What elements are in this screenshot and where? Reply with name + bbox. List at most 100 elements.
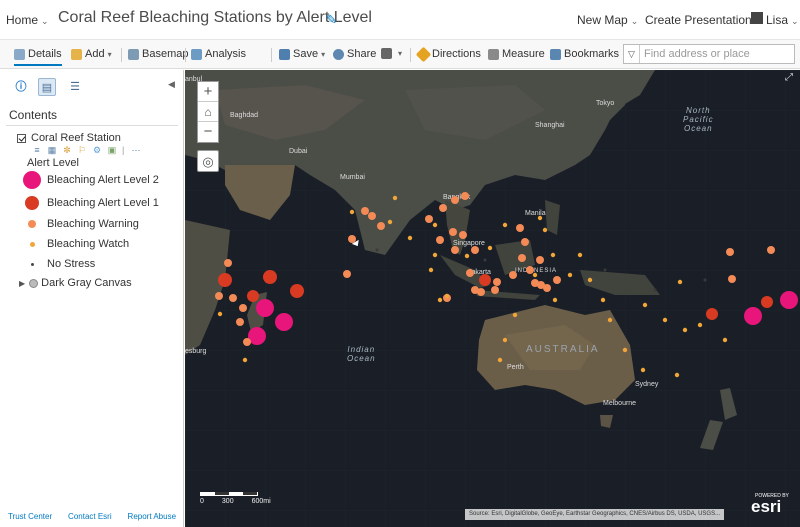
measure-button[interactable]: Measure xyxy=(488,48,545,60)
map-attribution[interactable]: Source: Esri, DigitalGlobe, GeoEye, Eart… xyxy=(465,509,725,520)
collapse-panel-icon[interactable]: ◀ xyxy=(168,79,175,90)
create-presentation-link[interactable]: Create Presentation xyxy=(645,13,752,27)
legend-item-alert-2: Bleaching Alert Level 2 xyxy=(23,171,159,189)
popup-config-icon[interactable]: ▣ xyxy=(107,145,117,155)
bookmarks-label: Bookmarks xyxy=(564,48,620,60)
legend-list-icon[interactable]: ≡ xyxy=(32,145,42,155)
bookmarks-button[interactable]: Bookmarks xyxy=(550,48,619,60)
station-alert-2[interactable] xyxy=(780,291,798,309)
legend-label: Bleaching Watch xyxy=(47,238,130,250)
filter-icon[interactable]: ⚐ xyxy=(77,145,87,155)
station-alert-2[interactable] xyxy=(256,299,274,317)
caret-down-icon: ▾ xyxy=(398,49,403,58)
layer-visibility-checkbox[interactable] xyxy=(17,133,26,143)
separator: | xyxy=(122,145,125,155)
separator xyxy=(121,48,122,62)
station-alert-1[interactable] xyxy=(761,296,773,308)
basemap-icon xyxy=(128,48,139,60)
layer-tools: ≡ ▦ ✼ ⚐ ⚙ ▣ | ⋯ xyxy=(32,145,143,155)
layer-row-basemap[interactable]: ▶ Dark Gray Canvas xyxy=(19,277,132,289)
analysis-button[interactable]: Analysis xyxy=(191,48,246,60)
scale-label: 600mi xyxy=(251,498,271,505)
legend-label: Bleaching Alert Level 2 xyxy=(47,174,159,186)
legend-swatch xyxy=(25,196,39,210)
user-menu[interactable]: Lisa ⌄ xyxy=(766,13,799,27)
legend-label: Bleaching Alert Level 1 xyxy=(47,197,159,209)
search-source-dropdown[interactable]: ▽ xyxy=(624,45,640,63)
analysis-label: Analysis xyxy=(205,48,246,60)
directions-button[interactable]: Directions xyxy=(415,46,481,62)
basemap-globe-icon xyxy=(29,278,39,288)
legend-item-no-stress: No Stress xyxy=(25,258,95,270)
locate-button[interactable]: ◎ xyxy=(197,150,219,172)
map-title: Coral Reef Bleaching Stations by Alert L… xyxy=(58,9,372,26)
measure-label: Measure xyxy=(502,48,545,60)
new-map-menu[interactable]: New Map ⌄ xyxy=(577,13,638,27)
analysis-icon xyxy=(191,48,202,60)
legend-item-alert-1: Bleaching Alert Level 1 xyxy=(25,196,159,210)
more-options-icon[interactable]: ⋯ xyxy=(129,145,143,155)
station-alert-1[interactable] xyxy=(706,308,718,320)
change-style-icon[interactable]: ✼ xyxy=(62,145,72,155)
station-alert-1[interactable] xyxy=(263,270,277,284)
map-view[interactable]: anbul Tokyo Baghdad Shanghai Dubai North… xyxy=(185,70,800,527)
search-input[interactable] xyxy=(641,45,794,63)
home-menu[interactable]: Home ⌄ xyxy=(6,13,49,27)
station-layer[interactable] xyxy=(185,70,800,527)
save-button[interactable]: Save ▾ xyxy=(279,48,325,60)
station-alert-1[interactable] xyxy=(479,274,491,286)
add-button[interactable]: Add ▾ xyxy=(71,48,112,60)
legend-label: Bleaching Warning xyxy=(47,218,139,230)
trust-center-link[interactable]: Trust Center xyxy=(8,512,52,521)
share-icon xyxy=(333,48,344,60)
edit-pencil-icon[interactable]: ✎ xyxy=(326,12,337,28)
home-extent-button[interactable]: ⌂ xyxy=(198,102,218,122)
details-label: Details xyxy=(28,48,62,60)
home-label: Home xyxy=(6,13,39,27)
separator xyxy=(185,48,186,62)
scale-bar: 0 300 600mi xyxy=(200,492,271,505)
sidebar: ⓘ ▤ ☰ ◀ Contents Coral Reef Station ≡ ▦ … xyxy=(0,70,184,527)
scale-labels: 0 300 600mi xyxy=(200,498,271,505)
caret-down-icon: ▾ xyxy=(107,49,112,59)
zoom-out-button[interactable]: − xyxy=(198,122,218,142)
footer-links: Trust Center Contact Esri Report Abuse xyxy=(0,512,184,521)
legend-swatch xyxy=(23,171,41,189)
chevron-down-icon: ⌄ xyxy=(630,16,639,26)
user-name: Lisa xyxy=(766,13,789,27)
analysis-tool-icon[interactable]: ⚙ xyxy=(92,145,102,155)
legend-title: Alert Level xyxy=(27,157,79,169)
warning-stations[interactable] xyxy=(215,192,775,346)
directions-label: Directions xyxy=(432,48,481,60)
legend-item-watch: Bleaching Watch xyxy=(25,238,129,250)
share-button[interactable]: Share xyxy=(333,48,376,60)
station-alert-1[interactable] xyxy=(247,290,259,302)
report-abuse-link[interactable]: Report Abuse xyxy=(128,512,176,521)
station-alert-2[interactable] xyxy=(275,313,293,331)
layer-row-coral-reef[interactable]: Coral Reef Station xyxy=(17,132,121,144)
contact-esri-link[interactable]: Contact Esri xyxy=(68,512,112,521)
basemap-button[interactable]: Basemap xyxy=(128,48,188,60)
station-alert-2[interactable] xyxy=(744,307,762,325)
print-icon xyxy=(381,48,392,59)
save-icon xyxy=(279,48,290,60)
about-info-icon[interactable]: ⓘ xyxy=(12,78,30,96)
fullscreen-icon[interactable]: ⤢ xyxy=(785,72,797,84)
scale-label: 0 xyxy=(200,498,204,505)
avatar[interactable] xyxy=(751,12,763,24)
esri-logo[interactable]: esri xyxy=(751,498,781,515)
station-alert-1[interactable] xyxy=(218,273,232,287)
zoom-in-button[interactable]: + xyxy=(198,82,218,102)
station-alert-1[interactable] xyxy=(290,284,304,298)
table-icon[interactable]: ▦ xyxy=(47,145,57,155)
details-button[interactable]: Details xyxy=(14,48,62,66)
search-box: ▽ xyxy=(623,44,795,64)
caret-down-icon: ▾ xyxy=(321,49,326,59)
panel-title: Contents xyxy=(9,108,58,122)
tab-content-icon[interactable]: ▤ xyxy=(38,78,56,96)
separator xyxy=(410,48,411,62)
print-button[interactable]: ▾ xyxy=(381,48,402,59)
expand-arrow-icon[interactable]: ▶ xyxy=(19,279,25,288)
details-icon xyxy=(14,48,25,60)
tab-legend-icon[interactable]: ☰ xyxy=(66,78,84,96)
